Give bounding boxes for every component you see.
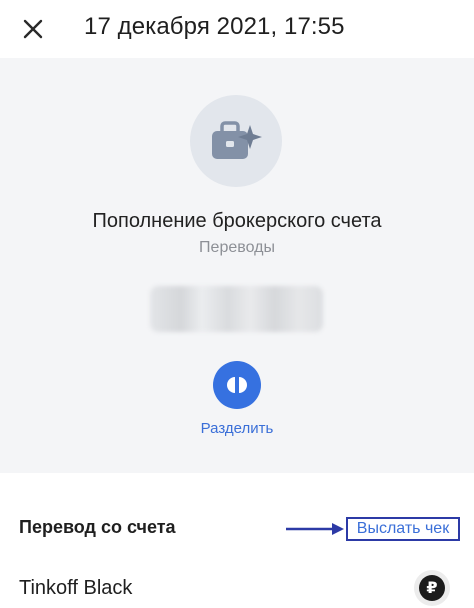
close-button[interactable] <box>14 10 52 48</box>
split-label[interactable]: Разделить <box>0 420 474 437</box>
close-icon <box>23 19 43 39</box>
operation-category: Переводы <box>199 239 275 256</box>
account-name: Tinkoff Black <box>19 577 133 599</box>
operation-summary: Пополнение брокерского счета Переводы Ра… <box>0 58 474 473</box>
amount-redacted <box>150 286 323 332</box>
briefcase-sparkle-icon <box>212 121 262 159</box>
category-avatar <box>190 95 282 187</box>
operation-datetime: 17 декабря 2021, 17:55 <box>84 13 345 40</box>
split-icon <box>227 377 247 393</box>
top-bar: 17 декабря 2021, 17:55 <box>0 0 474 58</box>
currency-badge: ₽ <box>414 570 450 606</box>
operation-title: Пополнение брокерского счета <box>92 210 382 232</box>
split-button[interactable] <box>213 361 261 409</box>
section-title-source-account: Перевод со счета <box>19 517 176 537</box>
send-receipt-link[interactable]: Выслать чек <box>346 517 460 541</box>
ruble-icon: ₽ <box>419 575 445 601</box>
arrow-right-icon <box>286 523 344 535</box>
